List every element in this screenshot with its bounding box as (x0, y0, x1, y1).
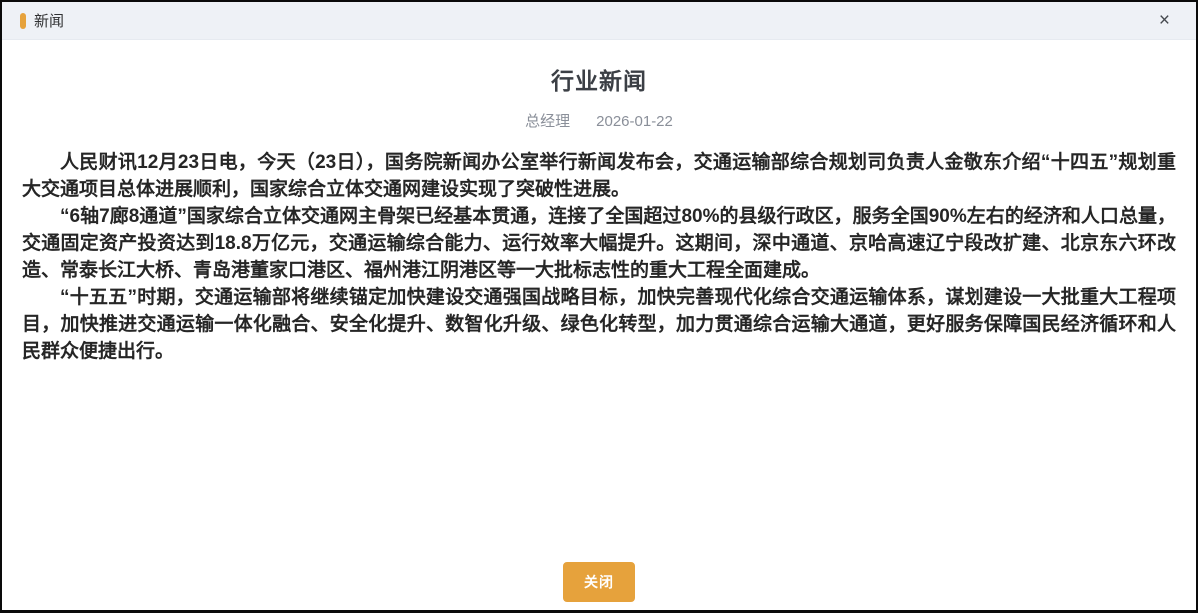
dialog-header: 新闻 × (2, 2, 1196, 40)
dialog-title: 新闻 (34, 10, 1153, 31)
dialog-footer: 关闭 (2, 562, 1196, 610)
article-paragraph: “十五五”时期，交通运输部将继续锚定加快建设交通强国战略目标，加快完善现代化综合… (22, 284, 1176, 365)
article-author: 总经理 (525, 113, 570, 130)
accent-bar-icon (20, 13, 26, 29)
article-content: 行业新闻 总经理 2026-01-22 人民财讯12月23日电，今天（23日），国… (2, 40, 1196, 562)
article-paragraph: “6轴7廊8通道”国家综合立体交通网主骨架已经基本贯通，连接了全国超过80%的县… (22, 203, 1176, 284)
article-date: 2026-01-22 (596, 113, 673, 130)
article-title: 行业新闻 (22, 62, 1176, 96)
close-button[interactable]: 关闭 (563, 562, 635, 602)
close-icon[interactable]: × (1153, 9, 1176, 32)
article-paragraph: 人民财讯12月23日电，今天（23日），国务院新闻办公室举行新闻发布会，交通运输… (22, 149, 1176, 203)
news-dialog: 新闻 × 行业新闻 总经理 2026-01-22 人民财讯12月23日电，今天（2… (0, 0, 1198, 613)
article-body: 人民财讯12月23日电，今天（23日），国务院新闻办公室举行新闻发布会，交通运输… (22, 149, 1176, 365)
article-meta: 总经理 2026-01-22 (22, 110, 1176, 131)
